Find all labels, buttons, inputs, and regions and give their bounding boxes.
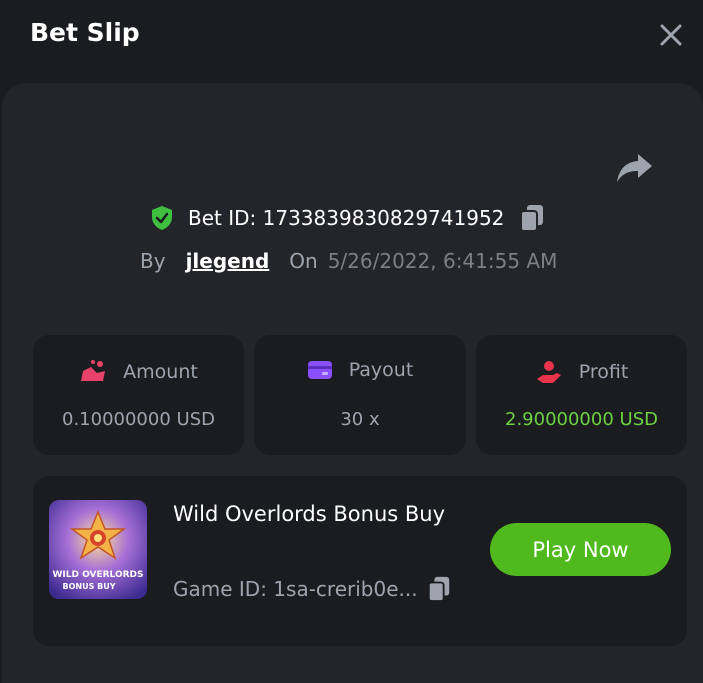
game-thumbnail[interactable]: WILD OVERLORDS BONUS BUY [49,500,147,599]
stat-card-amount: Amount 0.10000000 USD [33,335,244,455]
by-label: By [140,249,166,273]
on-label: On [289,249,318,273]
profit-hand-icon [536,361,561,383]
bet-id: Bet ID: 1733839830829741952 [188,206,505,230]
header: Bet Slip [0,0,703,78]
stat-value: 2.90000000 USD [505,409,658,430]
thumb-title-line1: WILD OVERLORDS [52,570,143,580]
bet-date: 5/26/2022, 6:41:55 AM [327,249,558,273]
play-now-button[interactable]: Play Now [490,523,671,576]
bet-meta-row: By jlegend On 5/26/2022, 6:41:55 AM [140,244,557,278]
thumb-title-line2: BONUS BUY [62,582,115,591]
game-id: Game ID: 1sa-crerib0e... [173,577,418,601]
copy-icon[interactable] [518,203,546,233]
bet-id-row: Bet ID: 1733839830829741952 [150,200,546,236]
stat-label: Amount [123,361,198,383]
wallet-icon [307,361,332,379]
stat-label: Profit [578,361,629,383]
stat-card-payout: Payout 30 x [254,335,466,455]
page-title: Bet Slip [30,18,140,47]
stat-label: Payout [348,359,414,381]
close-icon[interactable] [656,20,686,50]
username-link[interactable]: jlegend [186,249,270,273]
stat-value: 30 x [340,409,380,430]
game-card: WILD OVERLORDS BONUS BUY Wild Overlords … [33,476,687,646]
stat-value: 0.10000000 USD [62,409,215,430]
amount-icon [81,360,106,381]
game-id-row: Game ID: 1sa-crerib0e... [173,574,452,604]
copy-icon[interactable] [426,574,452,604]
stat-card-profit: Profit 2.90000000 USD [476,335,687,455]
verified-shield-icon [152,206,172,230]
game-title[interactable]: Wild Overlords Bonus Buy [173,496,463,532]
share-icon[interactable] [614,150,654,186]
